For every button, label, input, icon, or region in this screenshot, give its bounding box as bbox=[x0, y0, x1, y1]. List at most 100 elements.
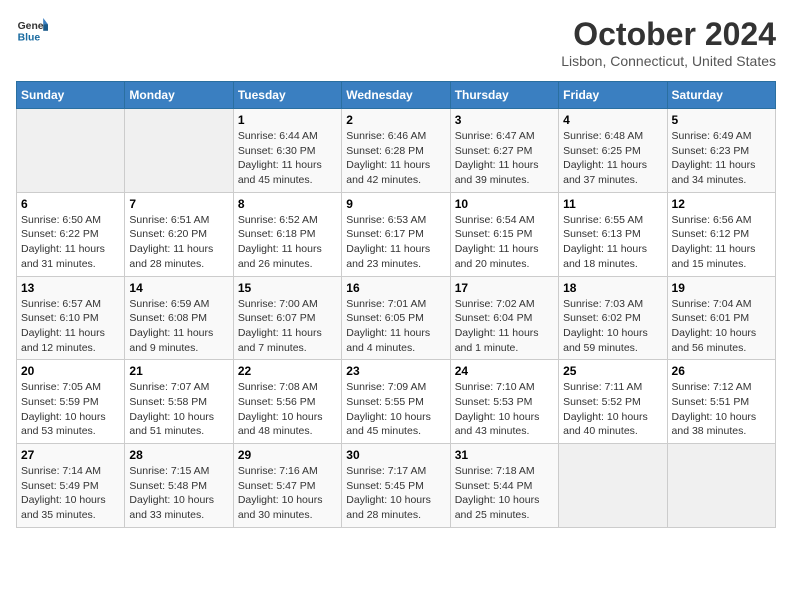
weekday-header-monday: Monday bbox=[125, 82, 233, 109]
calendar-cell: 22Sunrise: 7:08 AMSunset: 5:56 PMDayligh… bbox=[233, 360, 341, 444]
calendar-cell: 30 Sunrise: 7:17 AMSunset: 5:45 PMDayligh… bbox=[342, 444, 450, 528]
day-info: Sunrise: 6:46 AMSunset: 6:28 PMDaylight:… bbox=[346, 129, 445, 188]
day-number: 22 bbox=[238, 364, 337, 378]
calendar-cell: 29Sunrise: 7:16 AMSunset: 5:47 PMDayligh… bbox=[233, 444, 341, 528]
weekday-header-saturday: Saturday bbox=[667, 82, 775, 109]
day-info: Sunrise: 6:44 AMSunset: 6:30 PMDaylight:… bbox=[238, 129, 337, 188]
day-info: Sunrise: 7:04 AMSunset: 6:01 PMDaylight:… bbox=[672, 297, 771, 356]
calendar-cell: 24Sunrise: 7:10 AMSunset: 5:53 PMDayligh… bbox=[450, 360, 558, 444]
day-info: Sunrise: 7:02 AMSunset: 6:04 PMDaylight:… bbox=[455, 297, 554, 356]
calendar-cell bbox=[667, 444, 775, 528]
page-header: General Blue October 2024 Lisbon, Connec… bbox=[16, 16, 776, 69]
day-info: Sunrise: 6:49 AMSunset: 6:23 PMDaylight:… bbox=[672, 129, 771, 188]
calendar-cell: 12 Sunrise: 6:56 AMSunset: 6:12 PMDayligh… bbox=[667, 192, 775, 276]
day-info: Sunrise: 6:52 AMSunset: 6:18 PMDaylight:… bbox=[238, 213, 337, 272]
calendar-cell: 4 Sunrise: 6:48 AMSunset: 6:25 PMDaylight… bbox=[559, 109, 667, 193]
logo-icon: General Blue bbox=[16, 16, 48, 44]
calendar-cell: 15Sunrise: 7:00 AMSunset: 6:07 PMDayligh… bbox=[233, 276, 341, 360]
calendar-cell: 28 Sunrise: 7:15 AMSunset: 5:48 PMDayligh… bbox=[125, 444, 233, 528]
day-number: 17 bbox=[455, 281, 554, 295]
day-number: 19 bbox=[672, 281, 771, 295]
day-info: Sunrise: 7:07 AMSunset: 5:58 PMDaylight:… bbox=[129, 380, 228, 439]
day-number: 3 bbox=[455, 113, 554, 127]
calendar-cell: 20Sunrise: 7:05 AMSunset: 5:59 PMDayligh… bbox=[17, 360, 125, 444]
day-number: 8 bbox=[238, 197, 337, 211]
calendar-cell: 3 Sunrise: 6:47 AMSunset: 6:27 PMDaylight… bbox=[450, 109, 558, 193]
calendar-cell: 6Sunrise: 6:50 AMSunset: 6:22 PMDaylight… bbox=[17, 192, 125, 276]
calendar-week-3: 13 Sunrise: 6:57 AMSunset: 6:10 PMDayligh… bbox=[17, 276, 776, 360]
day-number: 2 bbox=[346, 113, 445, 127]
day-info: Sunrise: 7:15 AMSunset: 5:48 PMDaylight:… bbox=[129, 464, 228, 523]
day-info: Sunrise: 6:57 AMSunset: 6:10 PMDaylight:… bbox=[21, 297, 120, 356]
calendar-week-4: 20Sunrise: 7:05 AMSunset: 5:59 PMDayligh… bbox=[17, 360, 776, 444]
calendar-week-2: 6Sunrise: 6:50 AMSunset: 6:22 PMDaylight… bbox=[17, 192, 776, 276]
day-number: 9 bbox=[346, 197, 445, 211]
day-number: 28 bbox=[129, 448, 228, 462]
day-info: Sunrise: 6:47 AMSunset: 6:27 PMDaylight:… bbox=[455, 129, 554, 188]
calendar-cell: 14 Sunrise: 6:59 AMSunset: 6:08 PMDayligh… bbox=[125, 276, 233, 360]
day-info: Sunrise: 7:01 AMSunset: 6:05 PMDaylight:… bbox=[346, 297, 445, 356]
day-info: Sunrise: 6:50 AMSunset: 6:22 PMDaylight:… bbox=[21, 213, 120, 272]
calendar-cell: 25 Sunrise: 7:11 AMSunset: 5:52 PMDayligh… bbox=[559, 360, 667, 444]
day-info: Sunrise: 6:56 AMSunset: 6:12 PMDaylight:… bbox=[672, 213, 771, 272]
calendar-cell: 5 Sunrise: 6:49 AMSunset: 6:23 PMDaylight… bbox=[667, 109, 775, 193]
location-title: Lisbon, Connecticut, United States bbox=[561, 53, 776, 69]
day-number: 30 bbox=[346, 448, 445, 462]
day-number: 14 bbox=[129, 281, 228, 295]
day-number: 12 bbox=[672, 197, 771, 211]
calendar-cell: 8 Sunrise: 6:52 AMSunset: 6:18 PMDaylight… bbox=[233, 192, 341, 276]
calendar-cell bbox=[559, 444, 667, 528]
calendar-cell: 19 Sunrise: 7:04 AMSunset: 6:01 PMDayligh… bbox=[667, 276, 775, 360]
calendar-cell bbox=[17, 109, 125, 193]
day-number: 18 bbox=[563, 281, 662, 295]
day-info: Sunrise: 7:12 AMSunset: 5:51 PMDaylight:… bbox=[672, 380, 771, 439]
calendar-week-1: 1Sunrise: 6:44 AMSunset: 6:30 PMDaylight… bbox=[17, 109, 776, 193]
day-number: 16 bbox=[346, 281, 445, 295]
calendar-cell: 27 Sunrise: 7:14 AMSunset: 5:49 PMDayligh… bbox=[17, 444, 125, 528]
day-number: 26 bbox=[672, 364, 771, 378]
day-number: 4 bbox=[563, 113, 662, 127]
title-block: October 2024 Lisbon, Connecticut, United… bbox=[561, 16, 776, 69]
svg-text:Blue: Blue bbox=[18, 32, 41, 43]
day-info: Sunrise: 7:17 AMSunset: 5:45 PMDaylight:… bbox=[346, 464, 445, 523]
calendar-cell: 23Sunrise: 7:09 AMSunset: 5:55 PMDayligh… bbox=[342, 360, 450, 444]
calendar-cell: 11 Sunrise: 6:55 AMSunset: 6:13 PMDayligh… bbox=[559, 192, 667, 276]
calendar-week-5: 27 Sunrise: 7:14 AMSunset: 5:49 PMDayligh… bbox=[17, 444, 776, 528]
day-info: Sunrise: 7:16 AMSunset: 5:47 PMDaylight:… bbox=[238, 464, 337, 523]
day-info: Sunrise: 7:09 AMSunset: 5:55 PMDaylight:… bbox=[346, 380, 445, 439]
day-info: Sunrise: 7:10 AMSunset: 5:53 PMDaylight:… bbox=[455, 380, 554, 439]
day-info: Sunrise: 7:03 AMSunset: 6:02 PMDaylight:… bbox=[563, 297, 662, 356]
day-info: Sunrise: 6:59 AMSunset: 6:08 PMDaylight:… bbox=[129, 297, 228, 356]
calendar-cell: 9 Sunrise: 6:53 AMSunset: 6:17 PMDaylight… bbox=[342, 192, 450, 276]
calendar-cell bbox=[125, 109, 233, 193]
day-info: Sunrise: 6:48 AMSunset: 6:25 PMDaylight:… bbox=[563, 129, 662, 188]
calendar-cell: 31Sunrise: 7:18 AMSunset: 5:44 PMDayligh… bbox=[450, 444, 558, 528]
calendar-cell: 16 Sunrise: 7:01 AMSunset: 6:05 PMDayligh… bbox=[342, 276, 450, 360]
day-number: 5 bbox=[672, 113, 771, 127]
day-number: 20 bbox=[21, 364, 120, 378]
calendar-cell: 26 Sunrise: 7:12 AMSunset: 5:51 PMDayligh… bbox=[667, 360, 775, 444]
calendar-cell: 13 Sunrise: 6:57 AMSunset: 6:10 PMDayligh… bbox=[17, 276, 125, 360]
day-number: 27 bbox=[21, 448, 120, 462]
calendar-cell: 10Sunrise: 6:54 AMSunset: 6:15 PMDayligh… bbox=[450, 192, 558, 276]
calendar-cell: 18 Sunrise: 7:03 AMSunset: 6:02 PMDayligh… bbox=[559, 276, 667, 360]
day-number: 13 bbox=[21, 281, 120, 295]
day-number: 7 bbox=[129, 197, 228, 211]
day-number: 25 bbox=[563, 364, 662, 378]
calendar-table: SundayMondayTuesdayWednesdayThursdayFrid… bbox=[16, 81, 776, 528]
day-info: Sunrise: 6:53 AMSunset: 6:17 PMDaylight:… bbox=[346, 213, 445, 272]
weekday-header-tuesday: Tuesday bbox=[233, 82, 341, 109]
day-info: Sunrise: 6:55 AMSunset: 6:13 PMDaylight:… bbox=[563, 213, 662, 272]
calendar-cell: 2 Sunrise: 6:46 AMSunset: 6:28 PMDaylight… bbox=[342, 109, 450, 193]
day-number: 11 bbox=[563, 197, 662, 211]
weekday-header-sunday: Sunday bbox=[17, 82, 125, 109]
day-info: Sunrise: 7:14 AMSunset: 5:49 PMDaylight:… bbox=[21, 464, 120, 523]
weekday-header-friday: Friday bbox=[559, 82, 667, 109]
day-number: 10 bbox=[455, 197, 554, 211]
calendar-cell: 17 Sunrise: 7:02 AMSunset: 6:04 PMDayligh… bbox=[450, 276, 558, 360]
weekday-header-thursday: Thursday bbox=[450, 82, 558, 109]
logo: General Blue bbox=[16, 16, 48, 44]
day-info: Sunrise: 7:11 AMSunset: 5:52 PMDaylight:… bbox=[563, 380, 662, 439]
month-title: October 2024 bbox=[561, 16, 776, 53]
weekday-header-row: SundayMondayTuesdayWednesdayThursdayFrid… bbox=[17, 82, 776, 109]
